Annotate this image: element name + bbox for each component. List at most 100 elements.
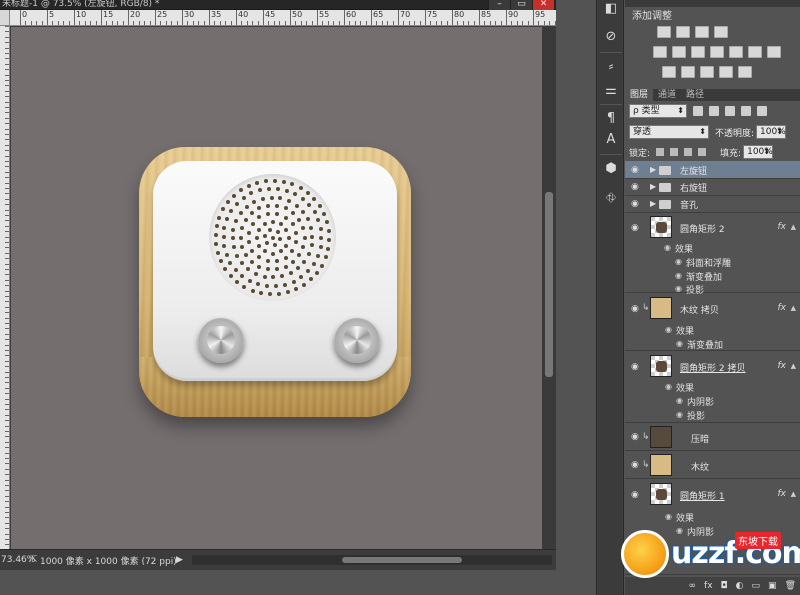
layer-row-rounded-rect-2[interactable]: ◉ 圆角矩形 2 fx ▲ ◉ 效果 ◉ 斜面和浮雕 ◉ 渐变叠加 ◉ 投影 xyxy=(625,213,800,296)
effect-gradient-overlay[interactable]: 渐变叠加 xyxy=(687,338,723,351)
document-tab[interactable]: 未标题-1 @ 73.5% (左旋钮, RGB/8) * – ▭ ✕ xyxy=(0,0,556,10)
effect-inner-shadow[interactable]: 内阴影 xyxy=(687,395,714,408)
fx-badge[interactable]: fx xyxy=(778,489,787,499)
lock-transparency-icon[interactable] xyxy=(656,148,665,156)
vertical-ruler[interactable] xyxy=(0,26,10,549)
lock-pixels-icon[interactable] xyxy=(670,148,679,156)
new-layer-icon[interactable]: ▣ xyxy=(768,581,777,591)
layer-row-darken[interactable]: ◉ ↳ 压暗 xyxy=(625,423,800,451)
ruler-origin[interactable] xyxy=(0,10,10,26)
brightness-icon[interactable] xyxy=(657,26,671,38)
effect-drop-shadow[interactable]: 投影 xyxy=(687,409,705,422)
layer-row-sound-holes[interactable]: ◉ ▶ 音孔 xyxy=(625,196,800,213)
status-menu-arrow[interactable]: ▶ xyxy=(176,555,186,565)
visibility-eye-icon[interactable]: ◉ xyxy=(631,363,643,372)
maximize-button[interactable]: ▭ xyxy=(510,0,532,10)
curves-icon[interactable] xyxy=(695,26,709,38)
effect-gradient-overlay[interactable]: 渐变叠加 xyxy=(686,270,722,283)
effect-eye-icon[interactable]: ◉ xyxy=(676,396,683,405)
fill-field[interactable]: 100% xyxy=(743,145,774,159)
horizontal-scroll-thumb[interactable] xyxy=(342,557,462,563)
tab-layers[interactable]: 图层 xyxy=(625,89,654,101)
layer-row-left-knob[interactable]: ◉ ▶ 左旋钮 xyxy=(625,161,800,179)
navigator-icon[interactable]: ⊘ xyxy=(601,28,621,46)
layer-row-wood[interactable]: ◉ ↳ 木纹 xyxy=(625,451,800,479)
effect-eye-icon[interactable]: ◉ xyxy=(676,339,683,348)
delete-layer-icon[interactable]: 🗑 xyxy=(785,581,796,591)
gradient-map-icon[interactable] xyxy=(719,66,733,78)
tab-channels[interactable]: 通道 xyxy=(653,89,681,101)
expand-arrow-icon[interactable]: ▶ xyxy=(650,165,656,174)
minimize-button[interactable]: – xyxy=(488,0,510,10)
photo-filter-icon[interactable] xyxy=(729,46,743,58)
color-balance-icon[interactable] xyxy=(691,46,705,58)
effect-eye-icon[interactable]: ◉ xyxy=(676,410,683,419)
effect-eye-icon[interactable]: ◉ xyxy=(664,243,671,252)
close-button[interactable]: ✕ xyxy=(532,0,554,10)
adjustments-tab-strip[interactable] xyxy=(625,0,800,7)
vertical-scrollbar[interactable] xyxy=(542,27,556,549)
lock-position-icon[interactable] xyxy=(684,148,693,156)
channel-mixer-icon[interactable] xyxy=(748,46,762,58)
visibility-eye-icon[interactable]: ◉ xyxy=(631,491,643,500)
effect-eye-icon[interactable]: ◉ xyxy=(675,271,682,280)
new-adjustment-icon[interactable]: ◐ xyxy=(736,581,744,591)
collapse-arrow-icon[interactable]: ▲ xyxy=(791,362,796,370)
link-layers-icon[interactable]: ∞ xyxy=(689,581,697,591)
collapse-arrow-icon[interactable]: ▲ xyxy=(791,304,796,312)
layer-row-right-knob[interactable]: ◉ ▶ 右旋钮 xyxy=(625,179,800,196)
hue-saturation-icon[interactable] xyxy=(672,46,686,58)
fx-badge[interactable]: fx xyxy=(778,222,787,232)
threshold-icon[interactable] xyxy=(700,66,714,78)
character-icon[interactable]: A xyxy=(601,131,621,149)
filter-smart-object-icon[interactable] xyxy=(757,106,767,116)
horizontal-ruler[interactable]: 0 5 10 15 20 25 30 35 40 45 50 55 60 65 70 75 80 85 90 95 xyxy=(10,10,556,26)
add-style-icon[interactable]: fx xyxy=(704,581,713,591)
history-icon[interactable]: ◧ xyxy=(601,0,621,18)
vibrance-icon[interactable] xyxy=(653,46,667,58)
export-icon[interactable]: ⇱ xyxy=(30,555,40,565)
selective-color-icon[interactable] xyxy=(738,66,752,78)
invert-icon[interactable] xyxy=(662,66,676,78)
filter-shape-icon[interactable] xyxy=(741,106,751,116)
expand-arrow-icon[interactable]: ▶ xyxy=(650,182,656,191)
effect-bevel[interactable]: 斜面和浮雕 xyxy=(686,256,731,269)
filter-pixel-icon[interactable] xyxy=(693,106,703,116)
posterize-icon[interactable] xyxy=(681,66,695,78)
exposure-icon[interactable] xyxy=(714,26,728,38)
canvas[interactable] xyxy=(11,27,542,549)
paragraph-icon[interactable]: ¶ xyxy=(601,110,621,128)
visibility-eye-icon[interactable]: ◉ xyxy=(631,183,643,192)
visibility-eye-icon[interactable]: ◉ xyxy=(631,200,643,209)
new-group-icon[interactable]: ▭ xyxy=(752,581,761,591)
horizontal-scrollbar[interactable] xyxy=(192,555,552,565)
fx-badge[interactable]: fx xyxy=(778,303,787,313)
effect-eye-icon[interactable]: ◉ xyxy=(675,284,682,293)
vertical-scroll-thumb[interactable] xyxy=(545,192,553,377)
zoom-level[interactable]: 73.46% xyxy=(0,555,35,565)
collapse-arrow-icon[interactable]: ▲ xyxy=(791,490,796,498)
collapse-arrow-icon[interactable]: ▲ xyxy=(791,223,796,231)
color-lookup-icon[interactable] xyxy=(767,46,781,58)
visibility-eye-icon[interactable]: ◉ xyxy=(631,224,643,233)
layer-filter-select[interactable]: ρ 类型 xyxy=(629,104,687,118)
effect-eye-icon[interactable]: ◉ xyxy=(665,382,672,391)
effect-eye-icon[interactable]: ◉ xyxy=(665,512,672,521)
tab-paths[interactable]: 路径 xyxy=(681,89,709,101)
levels-icon[interactable] xyxy=(676,26,690,38)
visibility-eye-icon[interactable]: ◉ xyxy=(631,166,643,175)
layer-row-rounded-rect-2-copy[interactable]: ◉ 圆角矩形 2 拷贝 fx ▲ ◉ 效果 ◉ 内阴影 ◉ 投影 xyxy=(625,351,800,423)
blend-mode-select[interactable]: 穿透 xyxy=(629,125,709,139)
brush-settings-icon[interactable]: ⚌ xyxy=(601,82,621,100)
black-white-icon[interactable] xyxy=(710,46,724,58)
filter-adjustment-icon[interactable] xyxy=(709,106,719,116)
add-mask-icon[interactable]: ◘ xyxy=(721,581,728,591)
filter-type-icon[interactable] xyxy=(725,106,735,116)
layer-row-wood-copy[interactable]: ◉ ↳ 木纹 拷贝 fx ▲ ◉ 效果 ◉ 渐变叠加 xyxy=(625,293,800,351)
3d-icon[interactable]: ⬢ xyxy=(601,160,621,178)
timeline-icon[interactable]: ⛗ xyxy=(601,190,621,208)
expand-arrow-icon[interactable]: ▶ xyxy=(650,199,656,208)
fx-badge[interactable]: fx xyxy=(778,361,787,371)
effect-eye-icon[interactable]: ◉ xyxy=(665,325,672,334)
effect-eye-icon[interactable]: ◉ xyxy=(675,257,682,266)
